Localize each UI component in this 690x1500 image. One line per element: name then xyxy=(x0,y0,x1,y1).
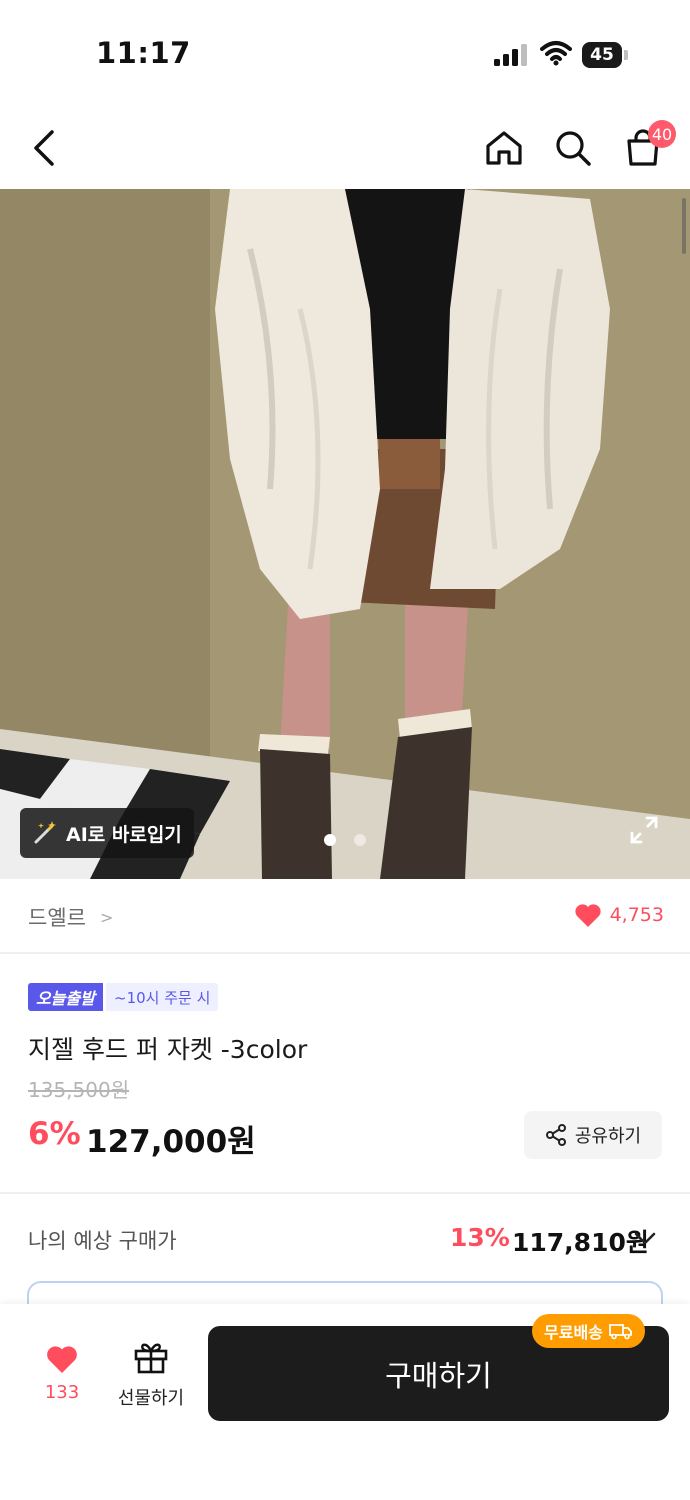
cellular-signal-icon xyxy=(494,44,527,66)
home-button[interactable] xyxy=(478,124,530,172)
back-button[interactable] xyxy=(20,124,68,172)
wishlist-button[interactable]: 133 xyxy=(36,1344,88,1410)
wifi-icon xyxy=(540,41,572,66)
product-image-carousel[interactable] xyxy=(0,189,690,879)
home-icon xyxy=(486,131,522,165)
gift-icon xyxy=(134,1343,168,1374)
original-price: 135,500원 xyxy=(28,1078,130,1102)
estimated-price: 117,810원 xyxy=(512,1228,649,1257)
expand-icon xyxy=(630,816,658,844)
carousel-dot-active[interactable] xyxy=(324,834,336,846)
ai-try-on-button[interactable]: AI로 바로입기 xyxy=(20,808,194,858)
cart-count-badge: 40 xyxy=(648,120,676,148)
search-button[interactable] xyxy=(548,124,598,172)
ai-try-on-label: AI로 바로입기 xyxy=(66,823,182,846)
divider xyxy=(0,1192,690,1194)
battery-nub xyxy=(624,50,628,60)
brand-like-button[interactable]: 4,753 xyxy=(574,902,664,928)
estimate-expand-button[interactable] xyxy=(630,1224,660,1254)
order-cutoff-tag: ~10시 주문 시 xyxy=(106,983,219,1011)
estimated-discount: 13% xyxy=(450,1223,510,1252)
free-shipping-label: 무료배송 xyxy=(544,1323,603,1342)
share-icon xyxy=(545,1124,566,1146)
brand-like-count: 4,753 xyxy=(609,904,664,926)
free-shipping-badge: 무료배송 xyxy=(532,1314,645,1348)
divider xyxy=(0,952,690,954)
gift-label: 선물하기 xyxy=(117,1388,185,1409)
delivery-truck-icon xyxy=(608,1324,632,1340)
discount-rate: 6% xyxy=(28,1116,81,1152)
search-icon xyxy=(556,131,591,166)
magic-wand-icon xyxy=(34,821,56,844)
share-button[interactable]: 공유하기 xyxy=(524,1111,662,1159)
brand-link[interactable]: 드옐르 > xyxy=(28,902,113,932)
fullscreen-button[interactable] xyxy=(626,812,662,848)
chevron-left-icon xyxy=(34,130,54,166)
heart-icon xyxy=(47,1346,77,1373)
brand-name: 드옐르 xyxy=(28,906,86,930)
image-scroll-indicator xyxy=(682,198,686,254)
today-shipping-tag: 오늘출발 xyxy=(28,983,103,1011)
sale-price: 127,000원 xyxy=(86,1124,256,1160)
wishlist-count: 133 xyxy=(44,1382,80,1403)
gift-button[interactable]: 선물하기 xyxy=(108,1340,194,1410)
estimated-price-label: 나의 예상 구매가 xyxy=(28,1229,177,1253)
chevron-down-icon xyxy=(634,1232,656,1245)
heart-icon xyxy=(574,904,601,927)
chevron-right-icon: > xyxy=(99,907,114,927)
share-label: 공유하기 xyxy=(574,1126,642,1147)
product-photo xyxy=(0,189,690,879)
product-title: 지젤 후드 퍼 자켓 -3color xyxy=(28,1035,308,1064)
status-time: 11:17 xyxy=(96,36,191,70)
battery-indicator: 45 xyxy=(582,42,622,68)
carousel-dot[interactable] xyxy=(354,834,366,846)
